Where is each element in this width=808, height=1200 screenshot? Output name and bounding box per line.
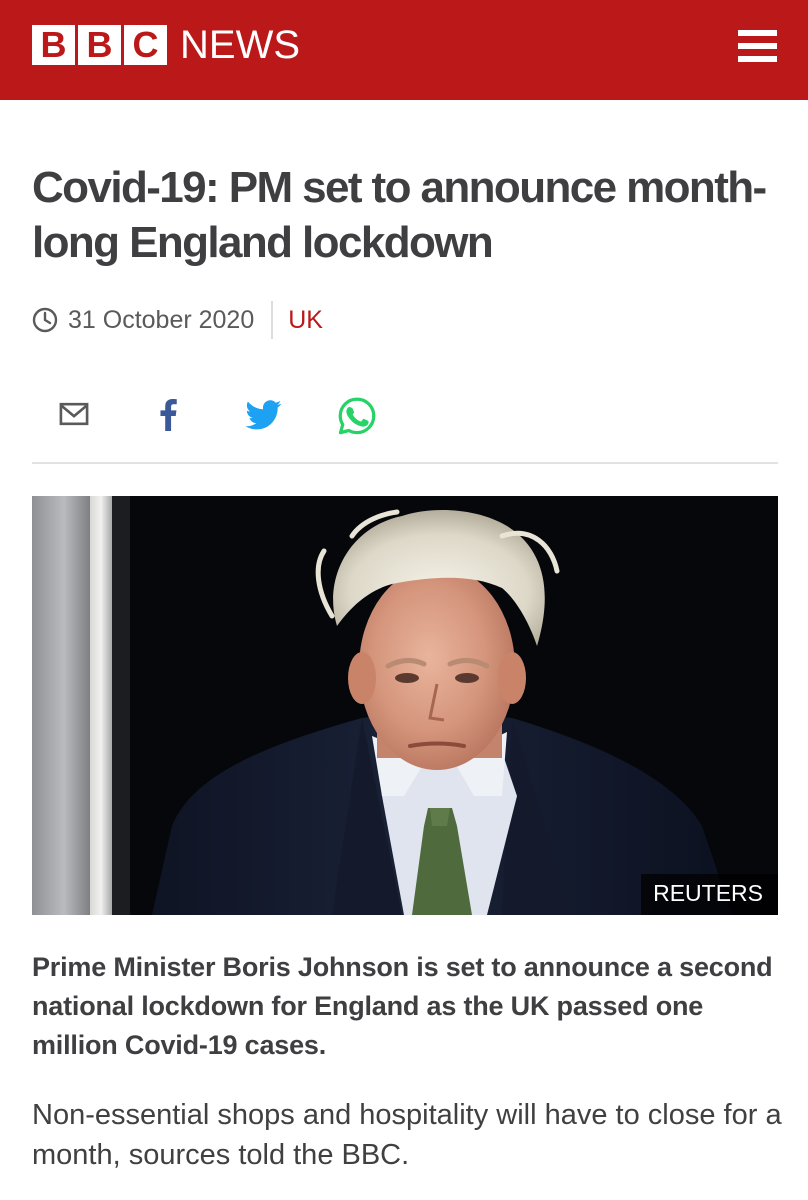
facebook-share-icon[interactable] bbox=[160, 398, 177, 431]
article-date: 31 October 2020 bbox=[68, 305, 255, 334]
article-intro: Prime Minister Boris Johnson is set to a… bbox=[32, 952, 773, 1060]
article-headline: Covid-19: PM set to announce month-long … bbox=[32, 163, 767, 267]
article-paragraph: Non-essential shops and hospitality will… bbox=[32, 1099, 782, 1171]
image-credit: REUTERS bbox=[641, 874, 778, 915]
bbc-logo-letter: C bbox=[124, 25, 167, 65]
menu-button[interactable] bbox=[735, 30, 779, 64]
meta-divider bbox=[271, 301, 274, 339]
news-wordmark[interactable]: NEWS bbox=[180, 23, 300, 67]
clock-icon bbox=[32, 307, 58, 333]
boris-johnson-photo bbox=[32, 496, 778, 915]
article-image: REUTERS bbox=[32, 496, 778, 915]
bbc-logo[interactable]: B B C bbox=[32, 25, 167, 65]
bbc-logo-letter: B bbox=[32, 25, 75, 65]
article-meta: 31 October 2020 UK bbox=[32, 300, 323, 340]
twitter-share-icon[interactable] bbox=[245, 400, 283, 430]
share-divider bbox=[32, 462, 778, 464]
bbc-logo-letter: B bbox=[78, 25, 121, 65]
email-share-icon[interactable] bbox=[58, 402, 90, 426]
section-link[interactable]: UK bbox=[288, 306, 323, 335]
whatsapp-share-icon[interactable] bbox=[337, 396, 377, 436]
masthead: B B C NEWS bbox=[0, 0, 808, 100]
